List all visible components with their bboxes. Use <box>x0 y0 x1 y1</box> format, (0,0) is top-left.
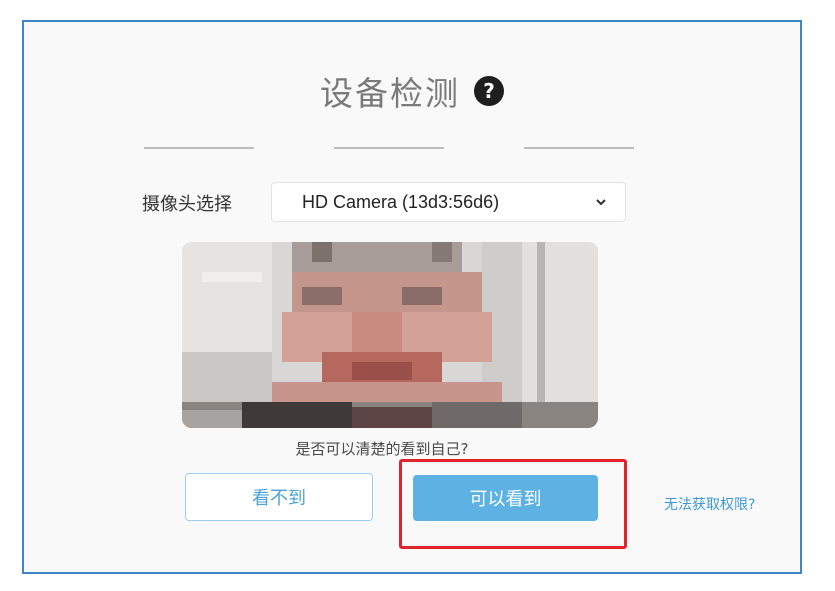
step-indicator-2 <box>334 147 444 149</box>
title-row: 设备检测 ? <box>24 66 800 116</box>
step-indicator-1 <box>144 147 254 149</box>
camera-select-label: 摄像头选择 <box>142 194 232 215</box>
camera-preview <box>182 242 598 428</box>
camera-select-value: HD Camera (13d3:56d6) <box>302 191 500 212</box>
visibility-question: 是否可以清楚的看到自己? <box>295 440 469 458</box>
chevron-down-icon <box>595 192 607 215</box>
camera-select[interactable]: HD Camera (13d3:56d6) <box>271 182 626 222</box>
page-title: 设备检测 <box>320 74 460 113</box>
can-see-button[interactable]: 可以看到 <box>413 475 598 521</box>
step-indicator-3 <box>524 147 634 149</box>
no-permission-link[interactable]: 无法获取权限? <box>664 494 755 514</box>
question-circle-icon[interactable]: ? <box>474 76 504 106</box>
cannot-see-button[interactable]: 看不到 <box>185 473 373 521</box>
device-check-dialog: 设备检测 ? 摄像头选择 HD Camera (13d3:56d6) 是否可以清… <box>22 20 802 574</box>
camera-preview-image <box>182 242 598 428</box>
